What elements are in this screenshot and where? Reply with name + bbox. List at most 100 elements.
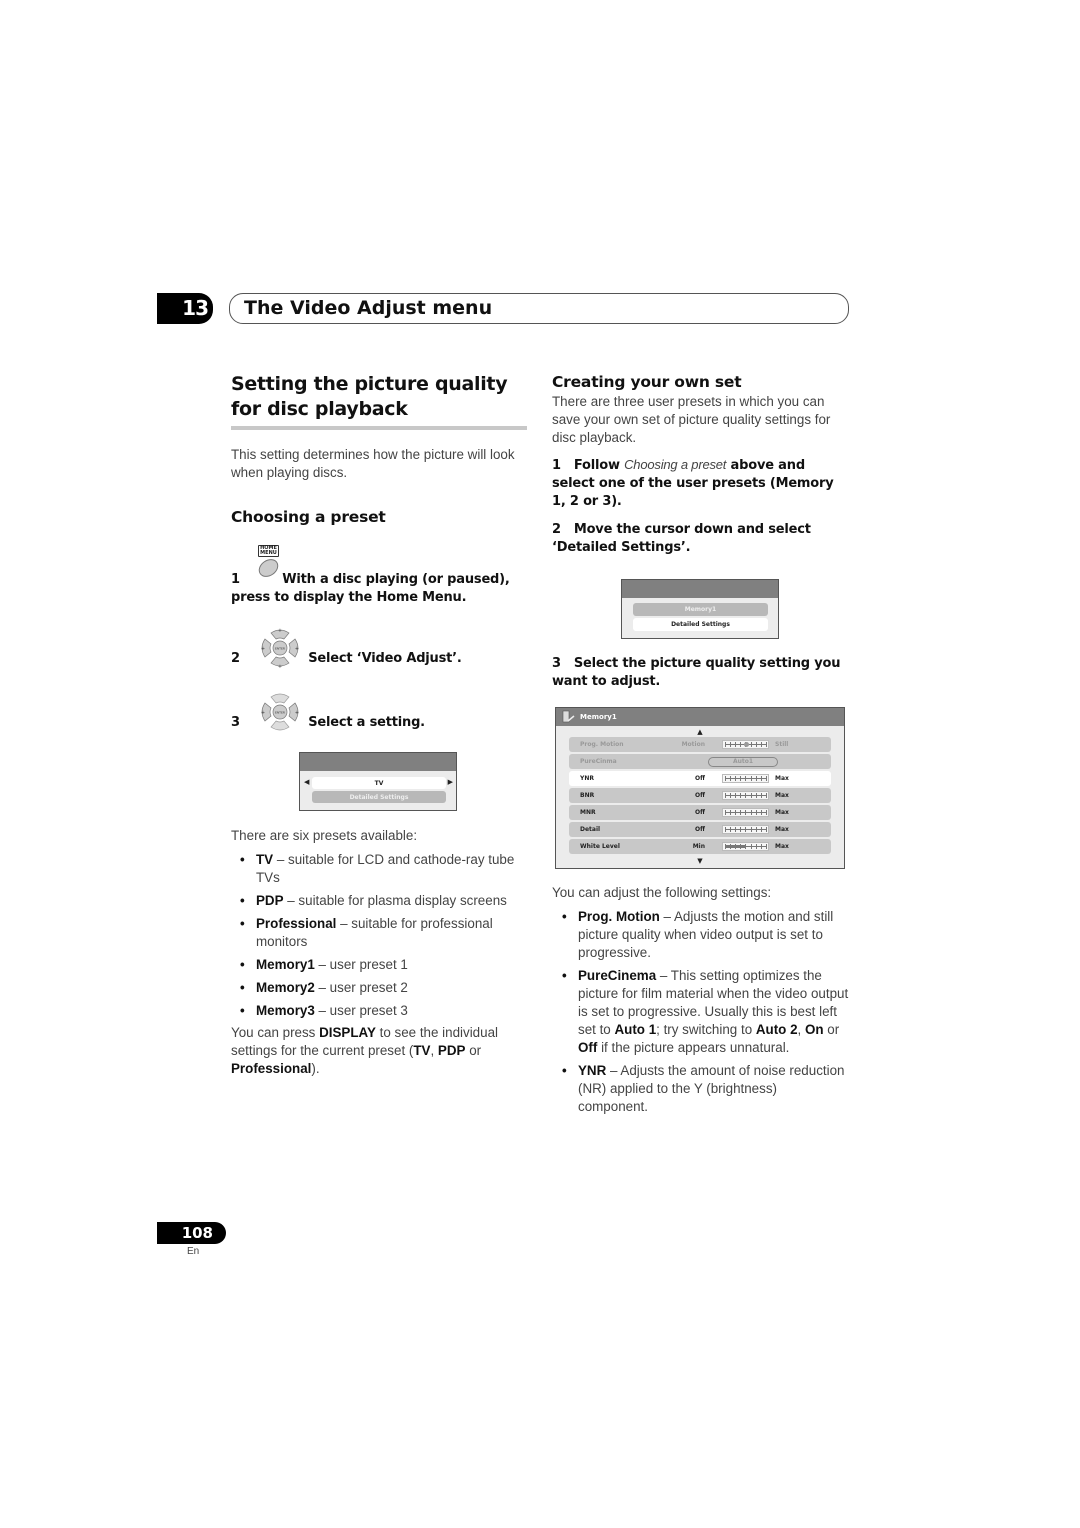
settings-list: Prog. Motion – Adjusts the motion and st… <box>562 908 850 1116</box>
adjust-intro: You can adjust the following settings: <box>552 885 772 900</box>
section-title: Setting the picture quality for disc pla… <box>231 372 527 422</box>
text: Follow <box>573 458 625 473</box>
osd-detail-screen: Memory1 ▲ Prog. Motion Motion Still PureCin… <box>555 707 845 869</box>
osd-slider-min-label: Off <box>695 826 705 833</box>
osd-setting-label: Prog. Motion <box>580 741 624 748</box>
osd-setting-label: Detail <box>580 826 601 833</box>
slider-tick <box>745 827 747 832</box>
preset-name: Memory2 <box>256 980 315 995</box>
slider-knob[interactable] <box>743 742 749 747</box>
section-title-line-1: Setting the picture quality <box>231 373 508 395</box>
slider-tick <box>765 844 767 849</box>
osd-setting-label: BNR <box>580 792 595 799</box>
subheading-choosing-preset: Choosing a preset <box>231 508 386 526</box>
svg-text:+: + <box>278 628 282 634</box>
slider-tick <box>755 810 757 815</box>
osd-detail-rows: Prog. Motion Motion Still PureCinma Auto1 YNR… <box>556 737 844 854</box>
osd-setting-label: White Level <box>580 843 620 850</box>
presets-list: TV – suitable for LCD and cathode-ray tu… <box>240 851 531 1020</box>
setting-desc: – Adjusts the amount of noise reduction … <box>578 1063 845 1114</box>
step-text: Select a setting. <box>308 715 425 730</box>
display-key: DISPLAY <box>319 1025 376 1040</box>
osd-title: Memory1 <box>580 713 617 721</box>
text: or <box>465 1043 482 1058</box>
slider-tick <box>755 844 757 849</box>
step-text: Select ‘Video Adjust’. <box>308 651 462 666</box>
slider-tick <box>760 844 762 849</box>
osd-memory-selected[interactable]: Memory1 <box>633 603 768 616</box>
osd-setting-row[interactable]: Prog. Motion Motion Still <box>569 737 831 752</box>
step-text-cont: press to display the Home Menu. <box>231 590 467 605</box>
osd-setting-row[interactable]: PureCinma Auto1 <box>569 754 831 769</box>
osd-setting-row[interactable]: White Level Min Max <box>569 839 831 854</box>
slider-tick <box>730 776 732 781</box>
scroll-up-icon[interactable]: ▲ <box>556 727 844 737</box>
preset-desc: – suitable for LCD and cathode-ray tube … <box>256 852 515 885</box>
slider-tick <box>745 810 747 815</box>
scroll-down-icon[interactable]: ▼ <box>556 856 844 866</box>
preset-name: TV <box>256 852 274 867</box>
right-intro: There are three user presets in which yo… <box>552 394 831 445</box>
text: ; try switching to <box>656 1022 756 1037</box>
text: TV <box>413 1043 431 1058</box>
left-arrow-icon[interactable]: ◀ <box>304 778 309 786</box>
preset-name: Memory3 <box>256 1003 315 1018</box>
preset-item: Memory3 – user preset 3 <box>240 1002 531 1020</box>
preset-desc: – user preset 1 <box>314 957 408 972</box>
slider-tick <box>730 810 732 815</box>
slider-tick <box>750 776 752 781</box>
cross-reference: Choosing a preset <box>624 457 727 472</box>
osd-setting-row[interactable]: Detail Off Max <box>569 822 831 837</box>
slider-tick <box>750 844 752 849</box>
slider-tick <box>725 742 726 747</box>
osd-slider[interactable] <box>722 740 769 749</box>
right-arrow-icon[interactable]: ▶ <box>448 778 453 786</box>
step-number: 1 <box>231 572 240 587</box>
slider-tick <box>765 742 767 747</box>
preset-item: Memory1 – user preset 1 <box>240 956 531 974</box>
osd-detailed-settings[interactable]: Detailed Settings <box>312 791 446 803</box>
slider-tick <box>725 827 726 832</box>
slider-tick <box>750 827 752 832</box>
right-column: Creating your own set There are three us… <box>552 373 848 557</box>
osd-setting-label: MNR <box>580 809 596 816</box>
slider-tick <box>740 810 742 815</box>
text: Professional <box>231 1061 312 1076</box>
slider-tick <box>760 793 762 798</box>
slider-tick <box>735 776 737 781</box>
osd-setting-value: Auto1 <box>708 756 778 767</box>
slider-tick <box>760 776 762 781</box>
osd-slider-min-label: Min <box>692 843 705 850</box>
osd-detailed-settings[interactable]: Detailed Settings <box>633 618 768 631</box>
osd-setting-row[interactable]: YNR Off Max <box>569 771 831 786</box>
presets-intro: There are six presets available: <box>231 828 418 843</box>
slider-tick <box>745 793 747 798</box>
slider-tick <box>765 776 767 781</box>
osd-slider[interactable] <box>722 791 769 800</box>
slider-tick <box>725 776 726 781</box>
chapter-number: 13 <box>157 293 213 324</box>
osd-slider[interactable] <box>722 808 769 817</box>
osd-slider[interactable] <box>722 825 769 834</box>
text: Move the cursor down and select ‘Detaile… <box>552 522 811 555</box>
osd-slider[interactable] <box>722 774 769 783</box>
step-1: 1 With a disc playing (or paused), press… <box>231 571 531 607</box>
slider-tick <box>765 827 767 832</box>
slider-tick <box>740 827 742 832</box>
osd-slider-max-label: Still <box>775 741 789 748</box>
preset-desc: – suitable for plasma display screens <box>283 893 507 908</box>
step-2: 2 Select ‘Video Adjust’. <box>231 650 462 668</box>
osd-setting-row[interactable]: MNR Off Max <box>569 805 831 820</box>
osd-slider-min-label: Off <box>695 775 705 782</box>
osd-setting-row[interactable]: BNR Off Max <box>569 788 831 803</box>
step-number: 2 <box>552 522 561 537</box>
osd-preset-selected[interactable]: TV <box>312 777 446 789</box>
osd-slider[interactable] <box>722 842 769 851</box>
slider-tick <box>750 793 752 798</box>
text: Auto 1 <box>614 1022 657 1037</box>
wrench-settings-icon <box>562 710 575 723</box>
setting-item: Prog. Motion – Adjusts the motion and st… <box>562 908 850 962</box>
slider-tick <box>740 742 742 747</box>
osd-slider-max-label: Max <box>775 843 789 850</box>
home-menu-label: HOME MENU <box>258 545 279 557</box>
